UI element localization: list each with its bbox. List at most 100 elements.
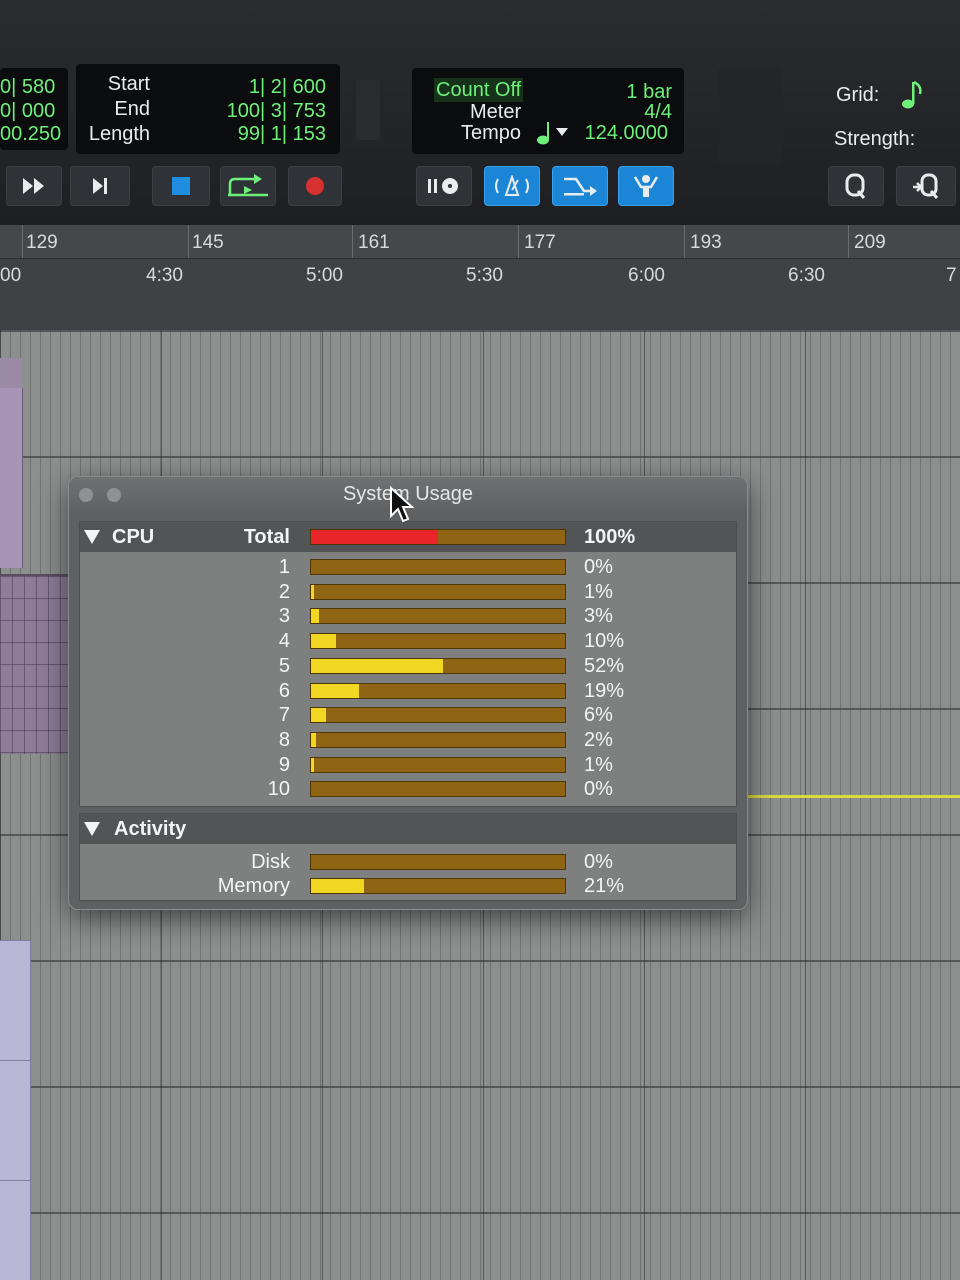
bar-label: 209	[854, 232, 886, 253]
cpu-total-label: Total	[243, 526, 290, 548]
cpu-core-label: 4	[278, 630, 290, 653]
cpu-core-row: 4 10%	[80, 629, 736, 653]
midi-controls-display: Count Off Meter Tempo 1 bar 4/4 124.0000	[412, 68, 684, 154]
min-sec-ruler[interactable]: 00 4:30 5:00 5:30 6:00 6:30 7	[0, 259, 960, 330]
cpu-core-row: 7 6%	[80, 703, 736, 727]
cpu-core-row: 3 3%	[80, 604, 736, 628]
fast-forward-button[interactable]	[6, 166, 62, 206]
cpu-core-meter	[310, 633, 566, 650]
stop-icon	[172, 177, 190, 195]
cpu-core-label: 2	[278, 580, 290, 603]
cpu-core-row: 8 2%	[80, 728, 736, 752]
midi-merge-button[interactable]	[552, 166, 608, 206]
bars-beats-ruler[interactable]: 129 145 161 177 193 209	[0, 225, 960, 259]
length-value[interactable]: 99| 1| 153	[238, 122, 326, 146]
cpu-core-meter-fill	[311, 683, 360, 698]
cpu-core-meter-fill	[311, 634, 337, 649]
wait-for-note-button[interactable]	[416, 166, 472, 206]
main-counter[interactable]: 0| 580 0| 000 00.250	[0, 68, 68, 150]
cpu-core-percent: 2%	[584, 728, 613, 751]
strength-label: Strength:	[834, 128, 916, 150]
activity-list: Disk 0% Memory 21%	[80, 850, 736, 900]
activity-disk-row: Disk 0%	[80, 850, 736, 874]
quantize-button[interactable]	[828, 166, 884, 206]
activity-header[interactable]: Activity	[80, 814, 736, 844]
quantize-settings-icon	[913, 173, 939, 199]
metronome-icon	[495, 175, 529, 196]
cpu-core-label: 9	[278, 753, 290, 776]
loop-icon	[228, 174, 268, 197]
counter-line-3: 00.250	[0, 123, 62, 145]
conductor-icon	[633, 175, 659, 197]
time-label: 6:30	[788, 265, 825, 286]
activity-section-label: Activity	[114, 818, 187, 840]
activity-disk-meter	[310, 854, 566, 870]
record-button[interactable]	[288, 166, 342, 206]
go-to-end-icon	[93, 178, 107, 194]
input-monitor-button[interactable]	[618, 166, 674, 206]
cpu-core-percent: 10%	[584, 630, 625, 653]
cpu-core-meter-fill	[311, 732, 317, 747]
cpu-core-percent: 3%	[584, 605, 613, 628]
start-value[interactable]: 1| 2| 600	[249, 75, 326, 99]
stop-button[interactable]	[152, 166, 210, 206]
bar-label: 161	[358, 232, 390, 253]
end-label: End	[114, 98, 150, 120]
cpu-core-meter	[310, 559, 566, 575]
cpu-core-row: 2 1%	[80, 580, 736, 604]
cpu-core-meter	[310, 682, 566, 699]
activity-disk-label: Disk	[251, 851, 290, 873]
go-to-end-button[interactable]	[70, 166, 130, 206]
cpu-panel: CPU Total 100% 1 0% 2 1% 3 3% 4 10% 5 52% 6 19% 7 6% 8…	[79, 521, 737, 807]
midi-region[interactable]	[0, 574, 70, 754]
quantize-settings-button[interactable]	[896, 166, 956, 206]
cpu-core-meter-fill	[311, 658, 444, 673]
end-value[interactable]: 100| 3| 753	[227, 99, 326, 123]
fast-forward-icon	[23, 178, 44, 194]
disclosure-triangle-icon[interactable]	[84, 822, 100, 836]
cpu-core-meter	[310, 583, 566, 600]
bar-label: 129	[26, 232, 58, 253]
cpu-core-meter	[310, 707, 566, 724]
count-off-button[interactable]: Count Off	[434, 78, 524, 102]
cpu-core-meter-fill	[311, 708, 327, 723]
cpu-core-label: 7	[278, 704, 290, 727]
cpu-total-meter	[310, 529, 566, 545]
midi-region[interactable]	[0, 388, 23, 568]
loop-playback-button[interactable]	[220, 166, 276, 206]
activity-disk-percent: 0%	[584, 851, 613, 873]
tempo-slider-pad	[718, 68, 782, 164]
activity-memory-meter-fill	[311, 879, 365, 893]
time-label: 00	[0, 265, 22, 286]
tempo-note-icon[interactable]	[536, 120, 570, 151]
merge-icon	[564, 177, 597, 196]
cpu-core-meter-fill	[311, 757, 314, 772]
system-usage-window: System Usage CPU Total 100% 1 0% 2 1% 3 3% 4 10…	[68, 476, 748, 910]
cpu-core-meter	[310, 781, 566, 798]
timeline-rulers[interactable]: 129 145 161 177 193 209 00 4:30 5:00 5:3…	[0, 225, 960, 330]
counter-line-2: 0| 000	[0, 100, 56, 122]
cpu-core-meter-fill	[311, 584, 314, 599]
quantize-icon	[845, 173, 866, 199]
time-label: 5:30	[466, 265, 503, 286]
length-label: Length	[88, 123, 150, 145]
wait-for-note-icon	[428, 178, 458, 194]
cpu-core-percent: 19%	[584, 679, 625, 702]
cpu-core-row: 5 52%	[80, 654, 736, 678]
tempo-value[interactable]: 124.0000	[585, 121, 668, 145]
audio-region[interactable]	[0, 940, 31, 1280]
midi-region[interactable]	[0, 358, 22, 388]
metronome-button[interactable]	[484, 166, 540, 206]
cpu-core-label: 3	[278, 605, 290, 628]
activity-memory-label: Memory	[217, 875, 290, 897]
cpu-core-label: 8	[278, 728, 290, 751]
cpu-core-label: 10	[267, 778, 290, 801]
cpu-core-percent: 1%	[584, 580, 613, 603]
grid-note-icon[interactable]	[900, 78, 926, 115]
selection-range-display[interactable]: Start End Length 1| 2| 600 100| 3| 753 9…	[76, 64, 340, 154]
cpu-total-percent: 100%	[584, 526, 636, 548]
cpu-core-meter	[310, 657, 566, 674]
cpu-core-label: 6	[278, 679, 290, 702]
transport-toolbar: 0| 580 0| 000 00.250 Start End Length 1|…	[0, 0, 960, 225]
counter-line-1: 0| 580	[0, 76, 56, 98]
